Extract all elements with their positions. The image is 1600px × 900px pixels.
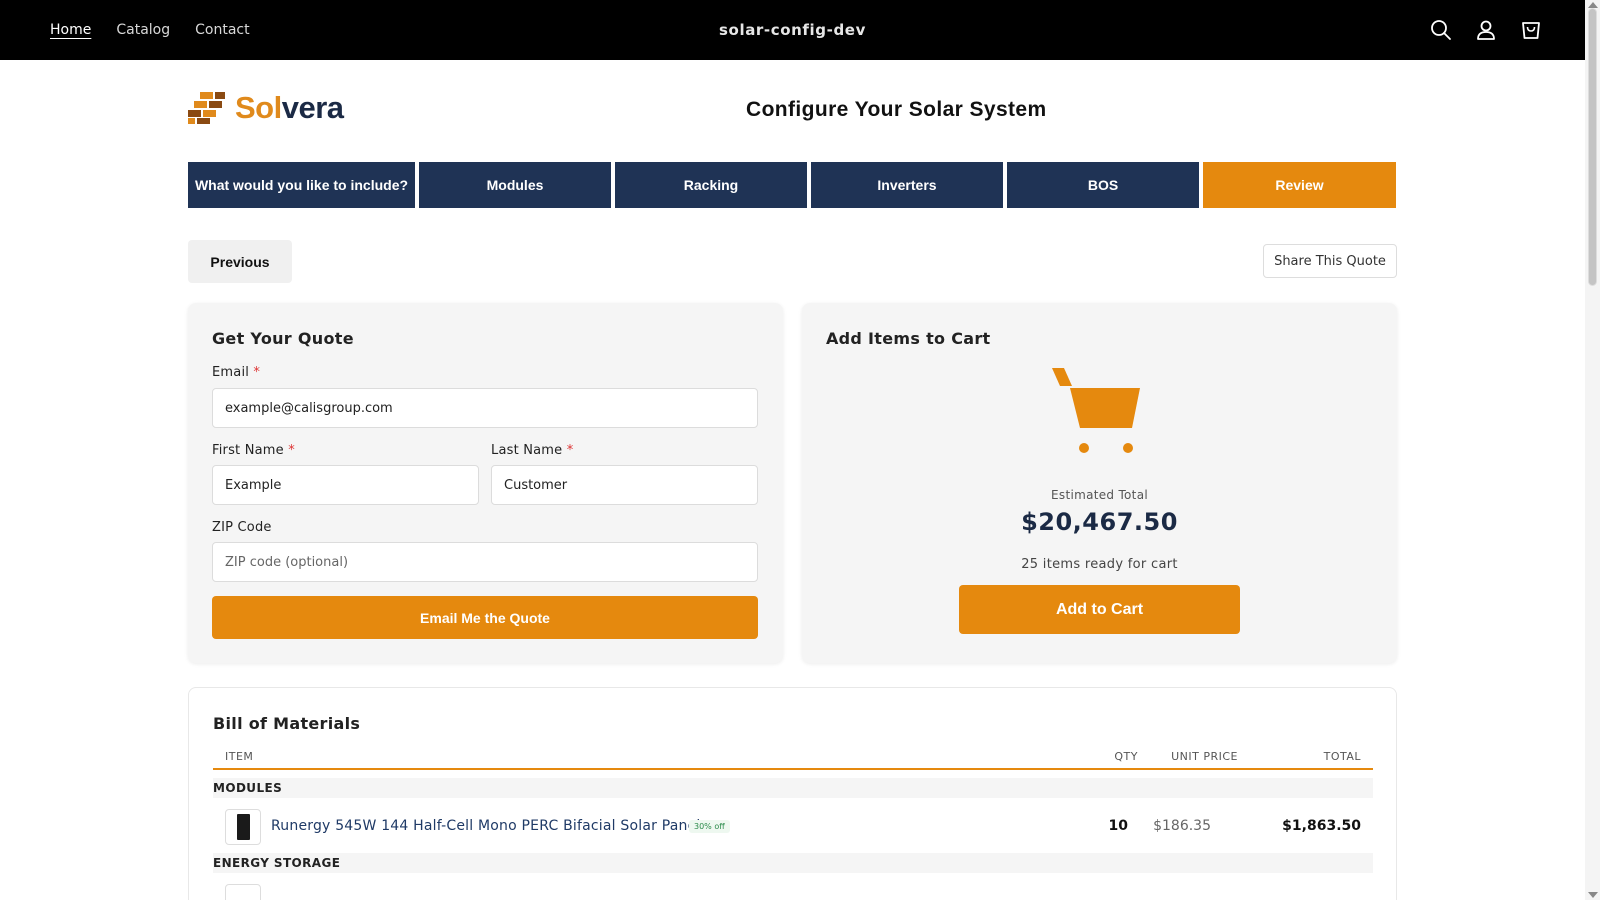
scrollbar-thumb[interactable]: [1588, 8, 1597, 286]
search-icon[interactable]: [1427, 16, 1455, 44]
bom-table-header: ITEM QTY UNIT PRICE TOTAL: [213, 750, 1373, 770]
page-scrollbar[interactable]: [1585, 0, 1600, 900]
zip-label: ZIP Code: [212, 520, 272, 535]
main-nav: Home Catalog Contact: [50, 0, 275, 60]
account-icon[interactable]: [1472, 16, 1500, 44]
logo-text: Solvera: [235, 90, 344, 126]
category-row-energy-storage: ENERGY STORAGE: [213, 853, 1373, 873]
logo-text-sol: Sol: [235, 90, 282, 125]
first-name-field[interactable]: [212, 465, 479, 505]
col-header-item: ITEM: [225, 750, 254, 763]
logo-mark-icon: [188, 92, 225, 124]
solar-panel-image: [236, 814, 250, 840]
required-mark: *: [253, 365, 261, 380]
step-racking[interactable]: Racking: [615, 162, 807, 208]
item-qty: 10: [1108, 818, 1128, 834]
last-name-label: Last Name *: [491, 443, 573, 458]
top-header: Home Catalog Contact solar-config-dev: [0, 0, 1585, 60]
category-row-modules: MODULES: [213, 778, 1373, 798]
product-link[interactable]: Runergy 545W 144 Half-Cell Mono PERC Bif…: [271, 818, 701, 834]
product-thumbnail[interactable]: [225, 809, 261, 845]
config-steps: What would you like to include? Modules …: [188, 162, 1396, 208]
step-include[interactable]: What would you like to include?: [188, 162, 415, 208]
items-ready-text: 25 items ready for cart: [1021, 557, 1178, 572]
table-row: Runergy 545W 144 Half-Cell Mono PERC Bif…: [213, 799, 1373, 855]
col-header-unit-price: UNIT PRICE: [1171, 750, 1238, 763]
shopping-cart-icon: [1052, 368, 1140, 453]
header-icons: [1427, 16, 1545, 44]
nav-home[interactable]: Home: [50, 22, 91, 38]
required-mark: *: [566, 443, 574, 458]
item-total: $1,863.50: [1282, 818, 1361, 834]
scroll-down-arrow-icon[interactable]: [1588, 892, 1598, 898]
email-label: Email *: [212, 365, 260, 380]
quote-title: Get Your Quote: [212, 329, 354, 348]
bom-title: Bill of Materials: [213, 714, 361, 733]
discount-badge: 30% off: [689, 820, 730, 833]
last-name-label-text: Last Name: [491, 443, 563, 458]
first-name-label-text: First Name: [212, 443, 284, 458]
cart-card: Add Items to Cart Estimated Total $20,46…: [802, 303, 1397, 663]
item-unit-price: $186.35: [1153, 818, 1211, 834]
col-header-total: TOTAL: [1323, 750, 1361, 763]
product-thumbnail[interactable]: [225, 884, 261, 900]
cart-title: Add Items to Cart: [826, 329, 991, 348]
col-header-qty: QTY: [1114, 750, 1138, 763]
first-name-label: First Name *: [212, 443, 295, 458]
quote-card: Get Your Quote Email * First Name * Last…: [188, 303, 783, 663]
step-inverters[interactable]: Inverters: [811, 162, 1003, 208]
bill-of-materials: Bill of Materials ITEM QTY UNIT PRICE TO…: [188, 687, 1397, 900]
nav-contact[interactable]: Contact: [195, 22, 249, 38]
share-quote-button[interactable]: Share This Quote: [1263, 244, 1397, 278]
estimated-total-label: Estimated Total: [1051, 488, 1148, 502]
email-quote-button[interactable]: Email Me the Quote: [212, 596, 758, 639]
table-row: [213, 884, 1373, 900]
logo-text-vera: vera: [281, 90, 344, 125]
step-review[interactable]: Review: [1203, 162, 1396, 208]
page-title: Configure Your Solar System: [746, 98, 1047, 121]
email-label-text: Email: [212, 365, 250, 380]
estimated-total-value: $20,467.50: [1021, 508, 1178, 536]
last-name-field[interactable]: [491, 465, 758, 505]
previous-button[interactable]: Previous: [188, 240, 292, 283]
step-modules[interactable]: Modules: [419, 162, 611, 208]
add-to-cart-button[interactable]: Add to Cart: [959, 585, 1240, 634]
email-field[interactable]: [212, 388, 758, 428]
zip-field[interactable]: [212, 542, 758, 582]
cart-icon[interactable]: [1517, 16, 1545, 44]
required-mark: *: [288, 443, 295, 458]
nav-catalog[interactable]: Catalog: [116, 22, 170, 38]
step-bos[interactable]: BOS: [1007, 162, 1199, 208]
brand-logo[interactable]: Solvera: [188, 90, 344, 126]
